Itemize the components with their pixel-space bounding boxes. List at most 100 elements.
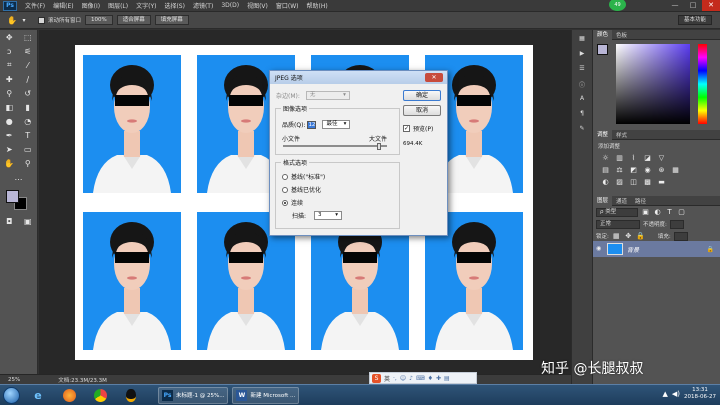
color-swatches[interactable]	[0, 188, 37, 214]
punctuation-icon[interactable]: ·,	[393, 375, 397, 382]
color-panel-foreground-swatch[interactable]	[597, 44, 608, 55]
color-balance-icon[interactable]: ⚖	[615, 166, 624, 174]
eraser-tool-icon[interactable]: ◧	[3, 101, 15, 113]
curves-icon[interactable]: ⌇	[629, 154, 638, 162]
foreground-color-swatch[interactable]	[6, 190, 19, 203]
filter-adjust-icon[interactable]: ◐	[653, 208, 662, 216]
posterize-icon[interactable]: ▨	[615, 178, 624, 186]
volume-icon[interactable]: ◀)	[672, 390, 680, 398]
paragraph-icon[interactable]: ¶	[575, 110, 589, 120]
format-baseline-optimized-radio[interactable]	[282, 186, 288, 193]
quality-preset-select[interactable]: 最佳 ▾	[322, 120, 351, 129]
dodge-tool-icon[interactable]: ◔	[22, 115, 34, 127]
notification-badge[interactable]: 49	[609, 0, 626, 11]
cancel-button[interactable]: 取消	[403, 105, 441, 116]
rectangle-tool-icon[interactable]: ▭	[22, 143, 34, 155]
tab-paths[interactable]: 路径	[631, 197, 650, 205]
type-tool-icon[interactable]: T	[22, 129, 34, 141]
actions-icon[interactable]: ▶	[575, 50, 589, 60]
scans-select[interactable]: 3 ▾	[314, 211, 343, 220]
hand-tool-icon[interactable]: ✋	[3, 157, 15, 169]
brightness-icon[interactable]: ☼	[601, 154, 610, 162]
history-icon[interactable]: ▦	[575, 35, 589, 45]
emoji-icon[interactable]: ☺	[400, 375, 406, 382]
visibility-eye-icon[interactable]: ◉	[596, 245, 601, 252]
ok-button[interactable]: 确定	[403, 90, 441, 101]
info-icon[interactable]: ⓘ	[575, 80, 589, 90]
pen-tool-icon[interactable]: ✒	[3, 129, 15, 141]
layer-row-background[interactable]: ◉ 背景 🔒	[593, 241, 720, 257]
tab-styles[interactable]: 样式	[612, 131, 631, 139]
blend-mode-select[interactable]: 正常	[596, 219, 640, 229]
zoom-level[interactable]: 25%	[8, 377, 20, 383]
settings-icon[interactable]: ▤	[444, 375, 450, 382]
gradient-map-icon[interactable]: ▬	[657, 178, 666, 186]
history-brush-tool-icon[interactable]: ↺	[22, 87, 34, 99]
crop-tool-icon[interactable]: ⌗	[3, 59, 15, 71]
quality-slider-track[interactable]	[283, 145, 387, 147]
hand-tool-icon[interactable]: ✋	[6, 14, 18, 26]
exposure-icon[interactable]: ◪	[643, 154, 652, 162]
menu-filter[interactable]: 滤镜(T)	[189, 1, 217, 10]
zoom-100-button[interactable]: 100%	[85, 15, 113, 25]
healing-brush-tool-icon[interactable]: ✚	[3, 73, 15, 85]
tab-adjustments[interactable]: 调整	[593, 129, 613, 140]
preview-checkbox[interactable]: ✓	[403, 125, 410, 132]
eyedropper-tool-icon[interactable]: ⁄	[22, 59, 34, 71]
scroll-all-windows-checkbox[interactable]	[38, 16, 45, 24]
clock[interactable]: 13:31 2018-06-27	[684, 387, 716, 401]
channel-mixer-icon[interactable]: ⊛	[657, 166, 666, 174]
format-baseline-radio[interactable]	[282, 173, 288, 180]
workspace-select[interactable]: 基本功能	[677, 15, 712, 25]
menu-image[interactable]: 图像(I)	[78, 1, 104, 10]
lasso-tool-icon[interactable]: ↄ	[3, 45, 15, 57]
selective-color-icon[interactable]: ▩	[643, 178, 652, 186]
ime-toolbar[interactable]: S 英 ·, ☺ ♪ ⌨ ♦ ✚ ▤	[369, 372, 477, 384]
tab-swatches[interactable]: 色板	[612, 31, 631, 39]
opacity-field[interactable]	[669, 219, 684, 229]
hue-saturation-icon[interactable]: ▤	[601, 166, 610, 174]
hue-slider[interactable]	[698, 44, 707, 124]
quick-mask-icon[interactable]: ◘	[3, 215, 15, 227]
menu-view[interactable]: 视图(V)	[243, 1, 272, 10]
character-icon[interactable]: A	[575, 95, 589, 105]
tools-icon[interactable]: ✚	[436, 375, 441, 382]
menu-window[interactable]: 窗口(W)	[272, 1, 303, 10]
screen-mode-icon[interactable]: ▣	[22, 215, 34, 227]
menu-type[interactable]: 文字(Y)	[132, 1, 160, 10]
menu-file[interactable]: 文件(F)	[21, 1, 49, 10]
network-icon[interactable]: ▲	[663, 390, 668, 398]
brush-presets-icon[interactable]: ✎	[575, 125, 589, 135]
properties-icon[interactable]: ☰	[575, 65, 589, 75]
lock-pixels-icon[interactable]: ▦	[612, 232, 621, 240]
maximize-button[interactable]: □	[684, 0, 702, 11]
dialog-close-button[interactable]: ✕	[425, 73, 443, 82]
task-photoshop[interactable]: Ps 未标题-1 @ 25%...	[158, 386, 229, 404]
menu-select[interactable]: 选择(S)	[160, 1, 189, 10]
gradient-tool-icon[interactable]: ▮	[22, 101, 34, 113]
filter-pixel-icon[interactable]: ▣	[641, 208, 650, 216]
brush-tool-icon[interactable]: ∕	[22, 73, 34, 85]
marquee-tool-icon[interactable]: ⬚	[22, 31, 34, 43]
vibrance-icon[interactable]: ▽	[657, 154, 666, 162]
filter-type-icon[interactable]: T	[665, 208, 674, 216]
menu-3d[interactable]: 3D(D)	[217, 2, 243, 9]
path-select-tool-icon[interactable]: ➤	[3, 143, 15, 155]
firefox-icon[interactable]	[56, 387, 82, 404]
lock-position-icon[interactable]: ✥	[624, 232, 633, 240]
threshold-icon[interactable]: ◫	[629, 178, 638, 186]
tab-layers[interactable]: 图层	[593, 195, 613, 206]
color-lookup-icon[interactable]: ▦	[671, 166, 680, 174]
tool-preset-arrow-icon[interactable]: ▾	[18, 14, 30, 26]
ime-mode-label[interactable]: 英	[384, 374, 390, 383]
close-button[interactable]: ✕	[702, 0, 720, 11]
matte-select[interactable]: 无 ▾	[305, 91, 350, 100]
skin-icon[interactable]: ♦	[428, 375, 433, 382]
lock-all-icon[interactable]: 🔒	[636, 232, 645, 240]
blur-tool-icon[interactable]: ●	[3, 115, 15, 127]
task-word[interactable]: W 新建 Microsoft ...	[232, 386, 300, 404]
invert-icon[interactable]: ◐	[601, 178, 610, 186]
color-field[interactable]	[616, 44, 690, 124]
format-progressive-radio[interactable]	[282, 199, 288, 206]
menu-layer[interactable]: 图层(L)	[104, 1, 132, 10]
